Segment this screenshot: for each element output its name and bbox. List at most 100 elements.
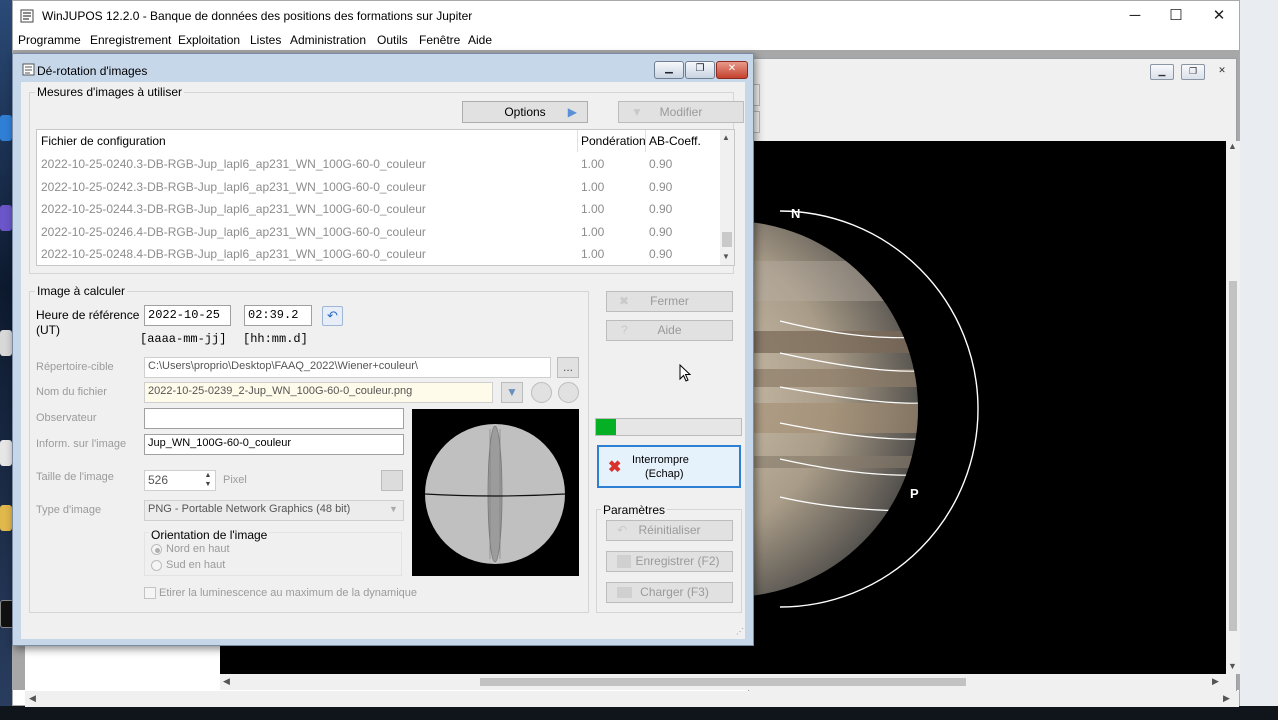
menu-fenetre[interactable]: Fenêtre	[419, 33, 460, 47]
interrupt-button[interactable]: ✖ Interrompre (Echap)	[597, 445, 741, 488]
radio-nord[interactable]	[151, 544, 162, 555]
p-label: P	[910, 486, 919, 501]
save-icon	[617, 555, 631, 568]
dialog-minimize-button[interactable]: ▁	[654, 61, 684, 79]
cell-ab-coeff: 0.90	[649, 179, 673, 194]
menu-enregistrement[interactable]: Enregistrement	[90, 33, 171, 47]
list-header: Fichier de configuration Pondération AB-…	[37, 130, 720, 152]
taskbar	[0, 706, 1278, 720]
menu-listes[interactable]: Listes	[250, 33, 281, 47]
date-input[interactable]: 2022-10-25	[144, 305, 231, 326]
list-item[interactable]: 2022-10-25-0240.3-DB-RGB-Jup_lapl6_ap231…	[37, 153, 727, 175]
cell-config-file: 2022-10-25-0240.3-DB-RGB-Jup_lapl6_ap231…	[41, 157, 426, 171]
scroll-thumb[interactable]	[480, 678, 966, 686]
desktop-icon	[0, 505, 12, 531]
menu-administration[interactable]: Administration	[290, 33, 366, 47]
cell-config-file: 2022-10-25-0244.3-DB-RGB-Jup_lapl6_ap231…	[41, 202, 426, 216]
scroll-thumb[interactable]	[1229, 281, 1237, 631]
list-item[interactable]: 2022-10-25-0246.4-DB-RGB-Jup_lapl6_ap231…	[37, 221, 727, 243]
desktop-left-strip	[0, 0, 14, 720]
help-button[interactable]: ? Aide	[606, 320, 733, 341]
column-ponderation[interactable]: Pondération	[577, 130, 646, 152]
north-label: N	[791, 206, 800, 221]
list-item[interactable]: 2022-10-25-0242.3-DB-RGB-Jup_lapl6_ap231…	[37, 176, 727, 198]
filename-option2-icon[interactable]	[558, 382, 579, 403]
folder-icon	[617, 587, 632, 598]
minimize-button[interactable]: ─	[1113, 5, 1157, 27]
observer-input[interactable]	[144, 408, 404, 429]
reset-time-icon[interactable]: ↶	[322, 306, 343, 326]
chevron-down-icon: ▼	[631, 105, 643, 119]
window-title: WinJUPOS 12.2.0 - Banque de données des …	[42, 9, 473, 23]
filename-input[interactable]: 2022-10-25-0239_2-Jup_WN_100G-60-0_coule…	[144, 382, 493, 403]
scroll-down-icon[interactable]: ▼	[722, 252, 730, 261]
interrupt-label: Interrompre	[632, 454, 689, 466]
image-type-select[interactable]: PNG - Portable Network Graphics (48 bit)	[144, 500, 404, 521]
cell-ponderation: 1.00	[581, 247, 605, 261]
cell-ab-coeff: 0.90	[649, 202, 673, 216]
measures-list[interactable]: Fichier de configuration Pondération AB-…	[36, 129, 735, 266]
reset-button[interactable]: ↶ Réinitialiser	[606, 520, 733, 541]
options-button[interactable]: Options ▶	[462, 101, 588, 123]
size-stepper-icon[interactable]: ▲ ▼	[202, 471, 214, 490]
menu-aide[interactable]: Aide	[468, 33, 492, 47]
target-dir-input[interactable]: C:\Users\proprio\Desktop\FAAQ_2022\Wiene…	[144, 357, 551, 378]
load-params-button[interactable]: Charger (F3)	[606, 582, 733, 603]
maximize-button[interactable]: ☐	[1154, 5, 1198, 27]
time-input[interactable]: 02:39.2	[244, 305, 312, 326]
cell-config-file: 2022-10-25-0242.3-DB-RGB-Jup_lapl6_ap231…	[41, 179, 426, 194]
image-type-label: Type d'image	[36, 504, 102, 516]
dialog-client: Mesures d'images à utiliser Options ▶ ▼ …	[21, 82, 745, 639]
cell-ponderation: 1.00	[581, 179, 605, 194]
child-restore-button[interactable]: ❐	[1181, 64, 1205, 80]
filename-dropdown-icon[interactable]: ▼	[501, 382, 523, 403]
modify-button[interactable]: ▼ Modifier	[618, 101, 744, 123]
list-scrollbar[interactable]: ▲ ▼	[720, 130, 734, 265]
cell-config-file: 2022-10-25-0248.4-DB-RGB-Jup_lapl6_ap231…	[41, 247, 426, 261]
ref-time-label: Heure de référence	[36, 308, 140, 322]
list-item[interactable]: 2022-10-25-0244.3-DB-RGB-Jup_lapl6_ap231…	[37, 198, 727, 220]
app-icon	[20, 9, 34, 23]
cell-ponderation: 1.00	[581, 202, 605, 216]
menu-outils[interactable]: Outils	[377, 33, 408, 47]
pixel-unit-label: Pixel	[223, 474, 247, 486]
browse-button[interactable]: ...	[557, 357, 579, 378]
color-swatch-button[interactable]	[381, 470, 403, 491]
time-hint: [hh:mm.d]	[243, 332, 308, 346]
radio-sud-label: Sud en haut	[166, 559, 226, 571]
ref-time-ut-label: (UT)	[36, 323, 60, 337]
resize-grip-icon[interactable]: ⋰	[736, 627, 744, 636]
planet-horizontal-scrollbar[interactable]: ◀ ▶	[220, 674, 1226, 690]
child-minimize-button[interactable]: ▁	[1150, 64, 1174, 80]
desktop-icon	[0, 205, 12, 231]
menu-exploitation[interactable]: Exploitation	[178, 33, 240, 47]
child-close-button[interactable]: ✕	[1211, 64, 1233, 78]
dialog-close-button[interactable]: ✕	[716, 61, 748, 79]
close-button[interactable]: ✕	[1197, 5, 1241, 27]
image-preview	[412, 409, 579, 576]
save-params-button[interactable]: Enregistrer (F2)	[606, 551, 733, 572]
menu-bar: Programme Enregistrement Exploitation Li…	[13, 31, 1239, 50]
derotation-dialog: Dé-rotation d'images ▁ ❐ ✕ Mesures d'ima…	[12, 53, 754, 646]
main-horizontal-scrollbar[interactable]: ◀ ▶	[25, 691, 1239, 707]
filename-option-icon[interactable]	[531, 382, 552, 403]
image-info-input[interactable]: Jup_WN_100G-60-0_couleur	[144, 434, 404, 455]
planet-vertical-scrollbar[interactable]: ▲ ▼	[1226, 141, 1240, 674]
params-label: Paramètres	[601, 503, 668, 517]
column-config-file[interactable]: Fichier de configuration	[41, 130, 166, 152]
save-params-label: Enregistrer (F2)	[635, 554, 720, 568]
scroll-up-icon[interactable]: ▲	[722, 133, 730, 142]
desktop-right-strip	[1240, 0, 1278, 720]
scroll-thumb[interactable]	[722, 232, 732, 248]
stretch-checkbox[interactable]	[144, 587, 156, 599]
column-ab-coeff[interactable]: AB-Coeff.	[645, 130, 701, 152]
close-dialog-button[interactable]: ✖ Fermer	[606, 291, 733, 312]
close-dialog-label: Fermer	[650, 294, 689, 308]
list-item[interactable]: 2022-10-25-0248.4-DB-RGB-Jup_lapl6_ap231…	[37, 243, 727, 265]
cell-ab-coeff: 0.90	[649, 247, 673, 261]
menu-programme[interactable]: Programme	[18, 33, 81, 47]
radio-sud[interactable]	[151, 560, 162, 571]
dialog-maximize-button[interactable]: ❐	[685, 61, 715, 79]
globe-preview-icon	[424, 424, 566, 564]
progress-bar	[595, 418, 742, 436]
